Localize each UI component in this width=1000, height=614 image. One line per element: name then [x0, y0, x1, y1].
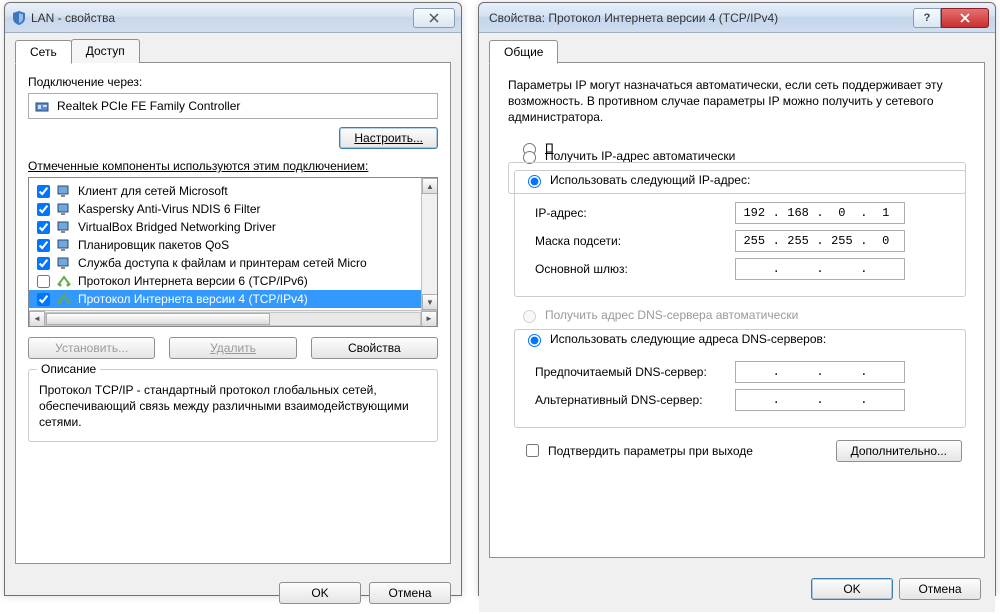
scroll-right-icon[interactable]: ►	[421, 311, 437, 327]
shield-icon	[11, 10, 27, 26]
nic-icon	[35, 98, 51, 114]
radio-input[interactable]	[528, 334, 541, 347]
close-button[interactable]	[413, 8, 455, 28]
item-checkbox[interactable]	[37, 275, 50, 288]
radio-label: Получить IP-адрес автоматически	[545, 149, 735, 163]
tab-network[interactable]: Сеть	[15, 40, 72, 64]
scroll-left-icon[interactable]: ◄	[29, 311, 45, 327]
radio-manual-ip[interactable]: Использовать следующий IP-адрес:	[519, 172, 754, 188]
connect-via-label: Подключение через:	[28, 75, 438, 89]
components-label: Отмеченные компоненты используются этим …	[28, 159, 438, 173]
cancel-button[interactable]: Отмена	[899, 578, 981, 600]
alt-dns-label: Альтернативный DNS-сервер:	[535, 393, 735, 407]
item-checkbox[interactable]	[37, 293, 50, 306]
gw-input[interactable]: . . .	[735, 258, 905, 280]
qos-icon	[56, 237, 72, 253]
radio-label: Использовать следующий IP-адрес:	[550, 173, 750, 187]
component-list[interactable]: Клиент для сетей Microsoft Kaspersky Ant…	[28, 177, 438, 327]
ipv6-icon	[56, 273, 72, 289]
ip-label: IP-адрес:	[535, 206, 735, 220]
filter-icon	[56, 201, 72, 217]
list-item[interactable]: Протокол Интернета версии 4 (TCP/IPv4)	[29, 290, 437, 308]
confirm-on-exit[interactable]: Подтвердить параметры при выходе	[522, 441, 753, 460]
ok-button[interactable]: OK	[279, 582, 361, 604]
titlebar-lan[interactable]: LAN - свойства	[5, 3, 461, 33]
scroll-thumb[interactable]	[46, 313, 270, 325]
list-item[interactable]: Клиент для сетей Microsoft	[29, 182, 437, 200]
scroll-down-icon[interactable]: ▼	[422, 294, 438, 310]
advanced-button[interactable]: Дополнительно...	[836, 440, 962, 462]
radio-manual-dns[interactable]: Использовать следующие адреса DNS-сервер…	[519, 331, 830, 347]
item-checkbox[interactable]	[37, 257, 50, 270]
desc-text: Протокол TCP/IP - стандартный протокол г…	[39, 382, 427, 431]
mask-input[interactable]: 255. 255. 255. 0	[735, 230, 905, 252]
vbox-icon	[56, 219, 72, 235]
list-item[interactable]: Планировщик пакетов QoS	[29, 236, 437, 254]
gw-label: Основной шлюз:	[535, 262, 735, 276]
info-paragraph: Параметры IP могут назначаться автоматич…	[508, 77, 966, 126]
scroll-up-icon[interactable]: ▲	[422, 178, 438, 194]
radio-label: Получить адрес DNS-сервера автоматически	[545, 308, 798, 322]
configure-button[interactable]: Настроить...	[339, 127, 438, 149]
pref-dns-input[interactable]: . . .	[735, 361, 905, 383]
window-title: LAN - свойства	[31, 11, 413, 25]
radio-input	[523, 310, 536, 323]
ip-input[interactable]: 192. 168. 0. 1	[735, 202, 905, 224]
window-title: Свойства: Протокол Интернета версии 4 (T…	[489, 11, 913, 25]
checkbox-input[interactable]	[526, 444, 539, 457]
item-checkbox[interactable]	[37, 239, 50, 252]
tab-general[interactable]: Общие	[489, 40, 558, 64]
properties-button[interactable]: Свойства	[311, 337, 438, 359]
desc-legend: Описание	[37, 362, 100, 376]
fileshare-icon	[56, 255, 72, 271]
ok-button[interactable]: OK	[811, 578, 893, 600]
item-checkbox[interactable]	[37, 203, 50, 216]
radio-label: Использовать следующие адреса DNS-сервер…	[550, 332, 826, 346]
list-item[interactable]: VirtualBox Bridged Networking Driver	[29, 218, 437, 236]
close-button[interactable]	[941, 8, 989, 28]
install-button[interactable]: Установить...	[28, 337, 155, 359]
item-checkbox[interactable]	[37, 185, 50, 198]
vertical-scrollbar[interactable]: ▲ ▼	[421, 178, 437, 310]
radio-auto-dns: Получить адрес DNS-сервера автоматически	[518, 307, 972, 323]
cancel-button[interactable]: Отмена	[369, 582, 451, 604]
titlebar-ipv4[interactable]: Свойства: Протокол Интернета версии 4 (T…	[479, 3, 995, 33]
list-item[interactable]: Kaspersky Anti-Virus NDIS 6 Filter	[29, 200, 437, 218]
adapter-box: Realtek PCIe FE Family Controller	[28, 93, 438, 119]
item-checkbox[interactable]	[37, 221, 50, 234]
mask-label: Маска подсети:	[535, 234, 735, 248]
tab-access[interactable]: Доступ	[71, 39, 140, 63]
horizontal-scrollbar[interactable]: ◄ ►	[29, 310, 437, 326]
list-item[interactable]: Протокол Интернета версии 6 (TCP/IPv6)	[29, 272, 437, 290]
radio-input[interactable]	[528, 175, 541, 188]
adapter-name: Realtek PCIe FE Family Controller	[57, 99, 240, 113]
alt-dns-input[interactable]: . . .	[735, 389, 905, 411]
client-icon	[56, 183, 72, 199]
list-item[interactable]: Служба доступа к файлам и принтерам сете…	[29, 254, 437, 272]
uninstall-button[interactable]: Удалить	[169, 337, 296, 359]
ipv4-icon	[56, 291, 72, 307]
pref-dns-label: Предпочитаемый DNS-сервер:	[535, 365, 735, 379]
help-button[interactable]: ?	[913, 8, 941, 28]
